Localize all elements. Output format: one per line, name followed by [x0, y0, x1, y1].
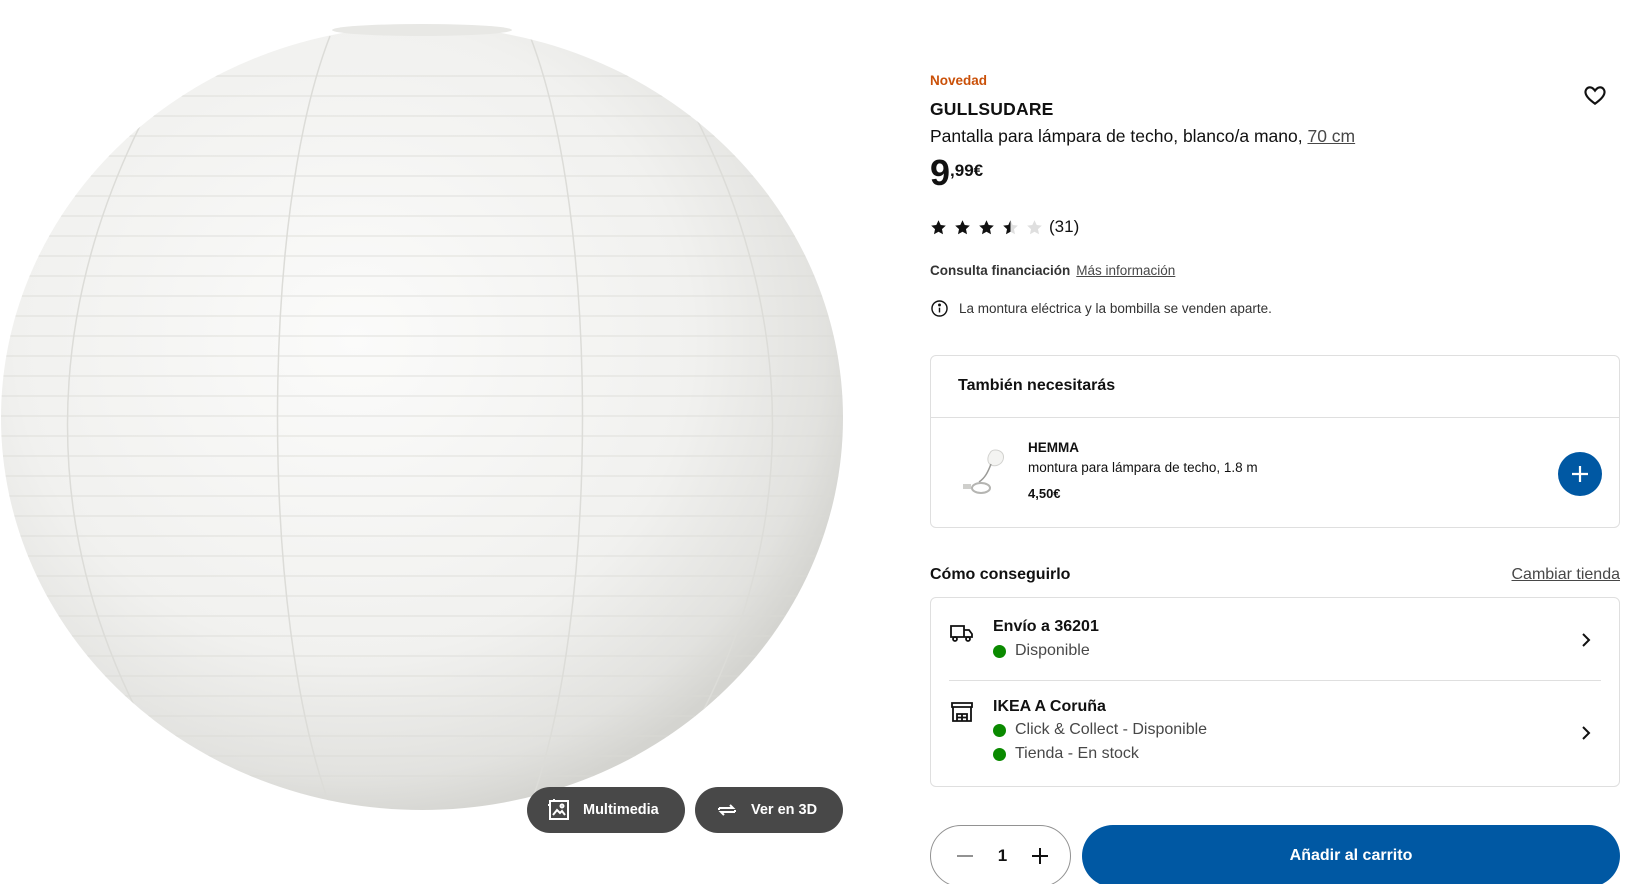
delivery-title: Envío a 36201 — [993, 618, 1099, 635]
accessory-name: HEMMA — [1028, 440, 1079, 455]
info-icon — [931, 300, 948, 317]
minus-icon — [957, 855, 973, 857]
product-notice: La montura eléctrica y la bombilla se ve… — [930, 299, 1272, 318]
store-status-collect: Click & Collect - Disponible — [993, 721, 1207, 739]
star-icon — [1027, 219, 1042, 234]
accessory-description: montura para lámpara de techo, 1.8 m — [1028, 460, 1258, 475]
delivery-status-text: Disponible — [1015, 642, 1090, 659]
accessory-price: 4,50€ — [1028, 486, 1061, 501]
notice-text: La montura eléctrica y la bombilla se ve… — [959, 301, 1272, 316]
rating-stars — [930, 219, 1043, 236]
rotate-3d-icon — [718, 804, 736, 816]
store-status-stock-text: Tienda - En stock — [1015, 745, 1139, 762]
accessory-image — [963, 449, 1004, 494]
financing-more-info-link[interactable]: Más información — [1076, 263, 1175, 278]
product-image-lamp[interactable] — [0, 16, 846, 812]
product-description-text: Pantalla para lámpara de techo, blanco/a… — [930, 126, 1308, 146]
accessory-section-title: También necesitarás — [931, 356, 1619, 418]
product-name: GULLSUDARE — [930, 99, 1054, 119]
store-option[interactable]: IKEA A Coruña Click & Collect - Disponib… — [949, 681, 1601, 786]
store-status-collect-text: Click & Collect - Disponible — [1015, 721, 1208, 738]
chevron-right-icon — [1582, 726, 1591, 740]
financing-label: Consulta financiación — [930, 263, 1071, 278]
change-store-link[interactable]: Cambiar tienda — [1512, 566, 1621, 584]
plus-icon — [1572, 466, 1588, 482]
quantity-value[interactable]: 1 — [988, 846, 1018, 866]
store-title: IKEA A Coruña — [993, 698, 1106, 715]
review-count: (31) — [1049, 217, 1080, 236]
financing-row: Consulta financiación Más información — [930, 263, 1175, 278]
quantity-stepper: 1 — [930, 825, 1071, 884]
accessory-item[interactable]: HEMMA montura para lámpara de techo, 1.8… — [931, 418, 1619, 528]
star-icon — [1003, 219, 1018, 234]
price-integer: 9 — [930, 152, 951, 193]
delivery-status: Disponible — [993, 642, 1090, 660]
increase-quantity-button[interactable] — [1024, 840, 1056, 872]
heart-icon[interactable] — [1582, 82, 1608, 108]
multimedia-button[interactable]: Multimedia — [527, 787, 685, 833]
truck-icon — [950, 625, 973, 642]
product-image-area: Multimedia Ver en 3D — [0, 0, 860, 884]
delivery-option[interactable]: Envío a 36201 Disponible — [949, 598, 1601, 681]
view-3d-button[interactable]: Ver en 3D — [695, 787, 844, 833]
store-icon — [951, 702, 973, 722]
product-description: Pantalla para lámpara de techo, blanco/a… — [930, 126, 1355, 147]
plus-icon — [1032, 848, 1048, 864]
size-link[interactable]: 70 cm — [1307, 126, 1355, 146]
rating[interactable]: (31) — [930, 217, 1079, 237]
view-3d-label: Ver en 3D — [751, 802, 818, 818]
chevron-right-icon — [1582, 633, 1591, 647]
availability-card: Envío a 36201 Disponible IKEA A Coruña C… — [930, 597, 1620, 787]
availability-title: Cómo conseguirlo — [930, 566, 1071, 583]
new-badge: Novedad — [930, 73, 988, 88]
price-decimal: ,99€ — [950, 161, 984, 180]
star-icon — [955, 219, 970, 234]
star-icon — [931, 219, 946, 234]
multimedia-label: Multimedia — [583, 802, 659, 818]
product-price: 9 ,99€ — [930, 153, 983, 193]
status-dot — [993, 723, 1006, 737]
add-to-cart-button[interactable]: Añadir al carrito — [1082, 825, 1620, 884]
store-status-stock: Tienda - En stock — [993, 745, 1139, 763]
decrease-quantity-button[interactable] — [949, 840, 981, 872]
status-dot — [993, 644, 1006, 658]
star-icon — [979, 219, 994, 234]
image-icon — [548, 799, 569, 820]
add-accessory-button[interactable] — [1558, 452, 1602, 496]
status-dot — [993, 747, 1006, 761]
accessory-card: También necesitarás HEMMA montura para l… — [930, 355, 1620, 528]
